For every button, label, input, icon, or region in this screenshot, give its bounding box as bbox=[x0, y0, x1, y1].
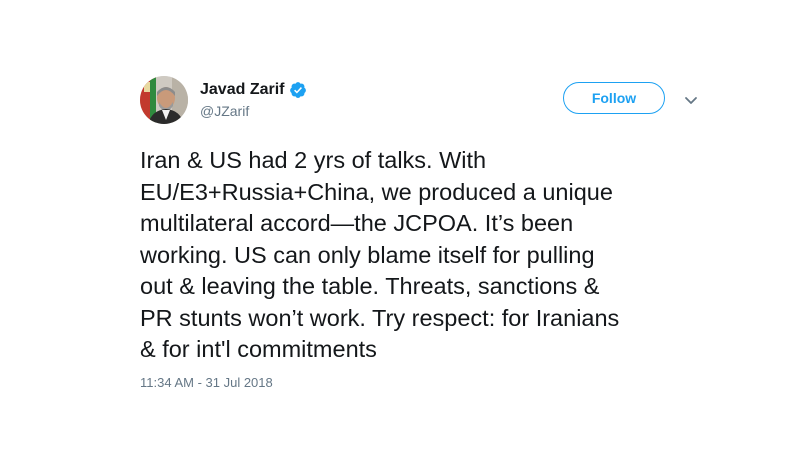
tweet-text-line: PR stunts won’t work. Try respect: for I… bbox=[140, 304, 620, 331]
follow-button[interactable]: Follow bbox=[563, 82, 665, 114]
tweet-text-line: Iran & US had 2 yrs of talks. With bbox=[140, 147, 487, 173]
verified-badge-icon bbox=[289, 81, 307, 99]
tweet-text-line: working. US can only blame itself for pu… bbox=[140, 241, 595, 268]
tweet-text-line: out & leaving the table. Threats, sancti… bbox=[140, 273, 600, 299]
author-handle[interactable]: @JZarif bbox=[200, 103, 249, 119]
avatar[interactable] bbox=[140, 76, 188, 124]
chevron-down-icon[interactable] bbox=[684, 93, 698, 104]
tweet-card: Javad Zarif @JZarif Follow Iran & US had… bbox=[0, 0, 800, 450]
author-name-row[interactable]: Javad Zarif bbox=[200, 79, 307, 101]
author-display-name[interactable]: Javad Zarif bbox=[200, 81, 284, 99]
tweet-text-line: & for int'l commitments bbox=[140, 336, 377, 362]
tweet-text: Iran & US had 2 yrs of talks. With EU/E3… bbox=[140, 145, 720, 366]
tweet-text-line: EU/E3+Russia+China, we produced a unique bbox=[140, 178, 613, 205]
avatar-image bbox=[140, 76, 188, 124]
tweet-text-line: multilateral accord—the JCPOA. It’s been bbox=[140, 210, 574, 236]
tweet-timestamp[interactable]: 11:34 AM - 31 Jul 2018 bbox=[140, 375, 273, 390]
